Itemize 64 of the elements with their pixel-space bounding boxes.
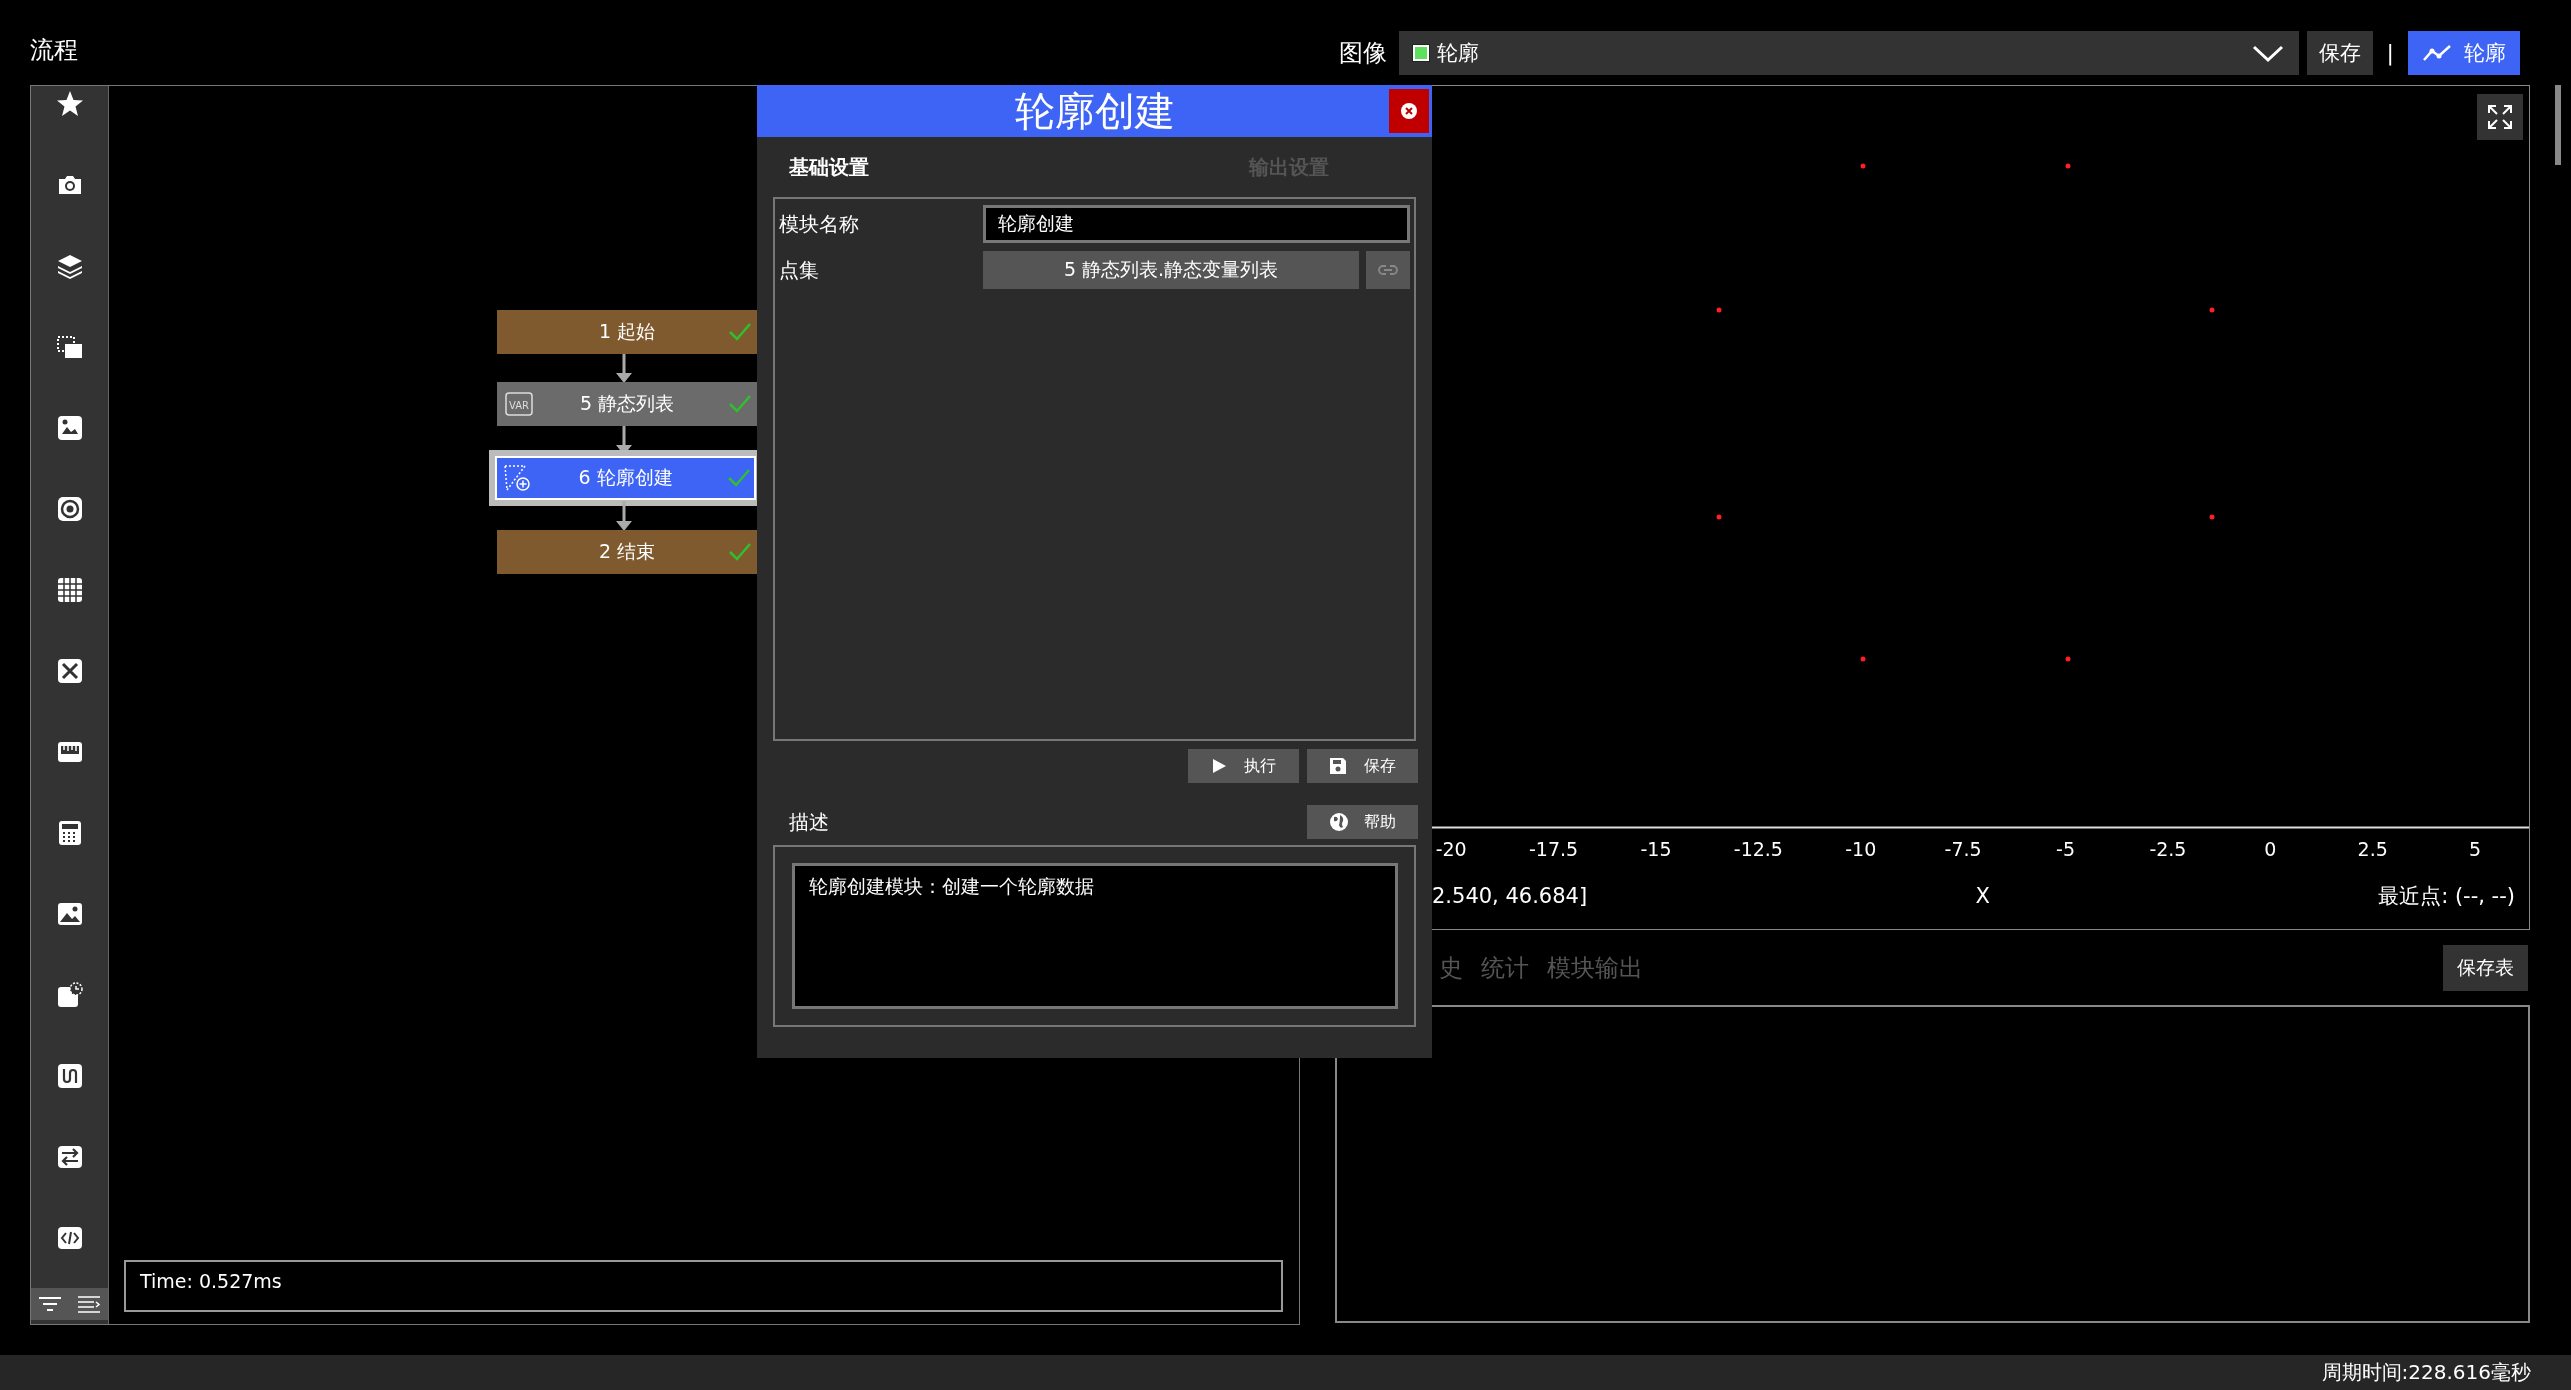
field-label: 点集 xyxy=(779,256,820,284)
save-button[interactable]: 保存 xyxy=(1307,749,1418,783)
layer-swatch-icon xyxy=(1412,44,1429,61)
close-icon xyxy=(1400,102,1418,120)
axis-tick-label: -10 xyxy=(1845,838,1877,860)
axis-label: X xyxy=(1975,884,1990,908)
axis-tick-label: -7.5 xyxy=(1944,838,1982,860)
flow-node[interactable]: 6 轮廓创建 xyxy=(495,456,756,500)
layers-icon[interactable] xyxy=(55,252,84,280)
help-button[interactable]: 帮助 xyxy=(1307,805,1418,839)
axis-tick-label: -5 xyxy=(2056,838,2075,860)
run-button[interactable]: 执行 xyxy=(1188,749,1299,783)
code-icon[interactable] xyxy=(55,1224,84,1252)
separator: | xyxy=(2386,40,2394,65)
settings-tab[interactable]: 基础设置 xyxy=(789,153,869,181)
nearest-point-readout: 最近点: (--, --) xyxy=(2378,883,2515,910)
save-table-button[interactable]: 保存表 xyxy=(2443,944,2528,991)
fullscreen-button[interactable] xyxy=(2477,94,2523,140)
star-icon[interactable] xyxy=(55,90,84,118)
panel-title: 流程 xyxy=(30,35,78,66)
image-label: 图像 xyxy=(1338,37,1387,69)
flow-node[interactable]: 1 起始 xyxy=(497,310,757,354)
connector-arrow xyxy=(616,353,632,383)
var-icon: VAR xyxy=(505,392,533,416)
link-icon xyxy=(1378,264,1398,276)
axis-tick-label: -12.5 xyxy=(1733,838,1783,860)
list-icon[interactable] xyxy=(76,1295,101,1313)
clock-icon[interactable] xyxy=(55,981,84,1009)
image-edit-icon[interactable] xyxy=(55,414,84,442)
axis-tick-label: -2.5 xyxy=(2149,838,2187,860)
selection-icon[interactable] xyxy=(55,333,84,361)
grid-icon[interactable] xyxy=(55,576,84,604)
cycle-time-text: 周期时间:228.616毫秒 xyxy=(2321,1359,2531,1386)
scrollbar-thumb[interactable] xyxy=(2555,85,2561,165)
field-label: 模块名称 xyxy=(779,210,860,238)
axis-tick-label: 5 xyxy=(2469,838,2482,860)
flow-node[interactable]: VAR 5 静态列表 xyxy=(497,382,757,426)
axis-tick-label: -15 xyxy=(1640,838,1672,860)
target-icon[interactable] xyxy=(55,495,84,523)
contour-button[interactable]: 轮廓 xyxy=(2408,30,2520,75)
route-icon[interactable] xyxy=(55,1062,84,1090)
coordinate-readout: 2.540, 46.684] xyxy=(1432,884,1588,908)
point-set-selector[interactable]: 5 静态列表.静态变量列表 xyxy=(983,251,1359,289)
contour-add-icon xyxy=(503,464,531,492)
filter-icon[interactable] xyxy=(38,1295,63,1313)
flow-node[interactable]: 2 结束 xyxy=(497,530,757,574)
time-output-field: Time: 0.527ms xyxy=(124,1260,1283,1312)
line-chart-icon xyxy=(2422,42,2452,63)
image-icon[interactable] xyxy=(55,900,84,928)
connector-arrow xyxy=(616,501,632,531)
image-dropdown[interactable]: 轮廓 xyxy=(1398,30,2299,75)
axis-tick-label: 0 xyxy=(2264,838,2277,860)
axis-tick-label: 2.5 xyxy=(2357,838,2388,860)
swap-icon[interactable] xyxy=(55,1143,84,1171)
axis-tick-label: -20 xyxy=(1435,838,1467,860)
close-button[interactable] xyxy=(1389,89,1429,133)
module-name-field[interactable]: 轮廓创建 xyxy=(983,205,1410,243)
description-text-area: 轮廓创建模块：创建一个轮廓数据 xyxy=(792,863,1398,1009)
play-icon xyxy=(1210,758,1227,774)
fullscreen-icon xyxy=(2487,104,2513,130)
dialog-title: 轮廓创建 xyxy=(1014,86,1175,136)
save-button[interactable]: 保存 xyxy=(2306,30,2373,75)
description-label: 描述 xyxy=(789,808,829,836)
axis-tick-label: -17.5 xyxy=(1529,838,1579,860)
